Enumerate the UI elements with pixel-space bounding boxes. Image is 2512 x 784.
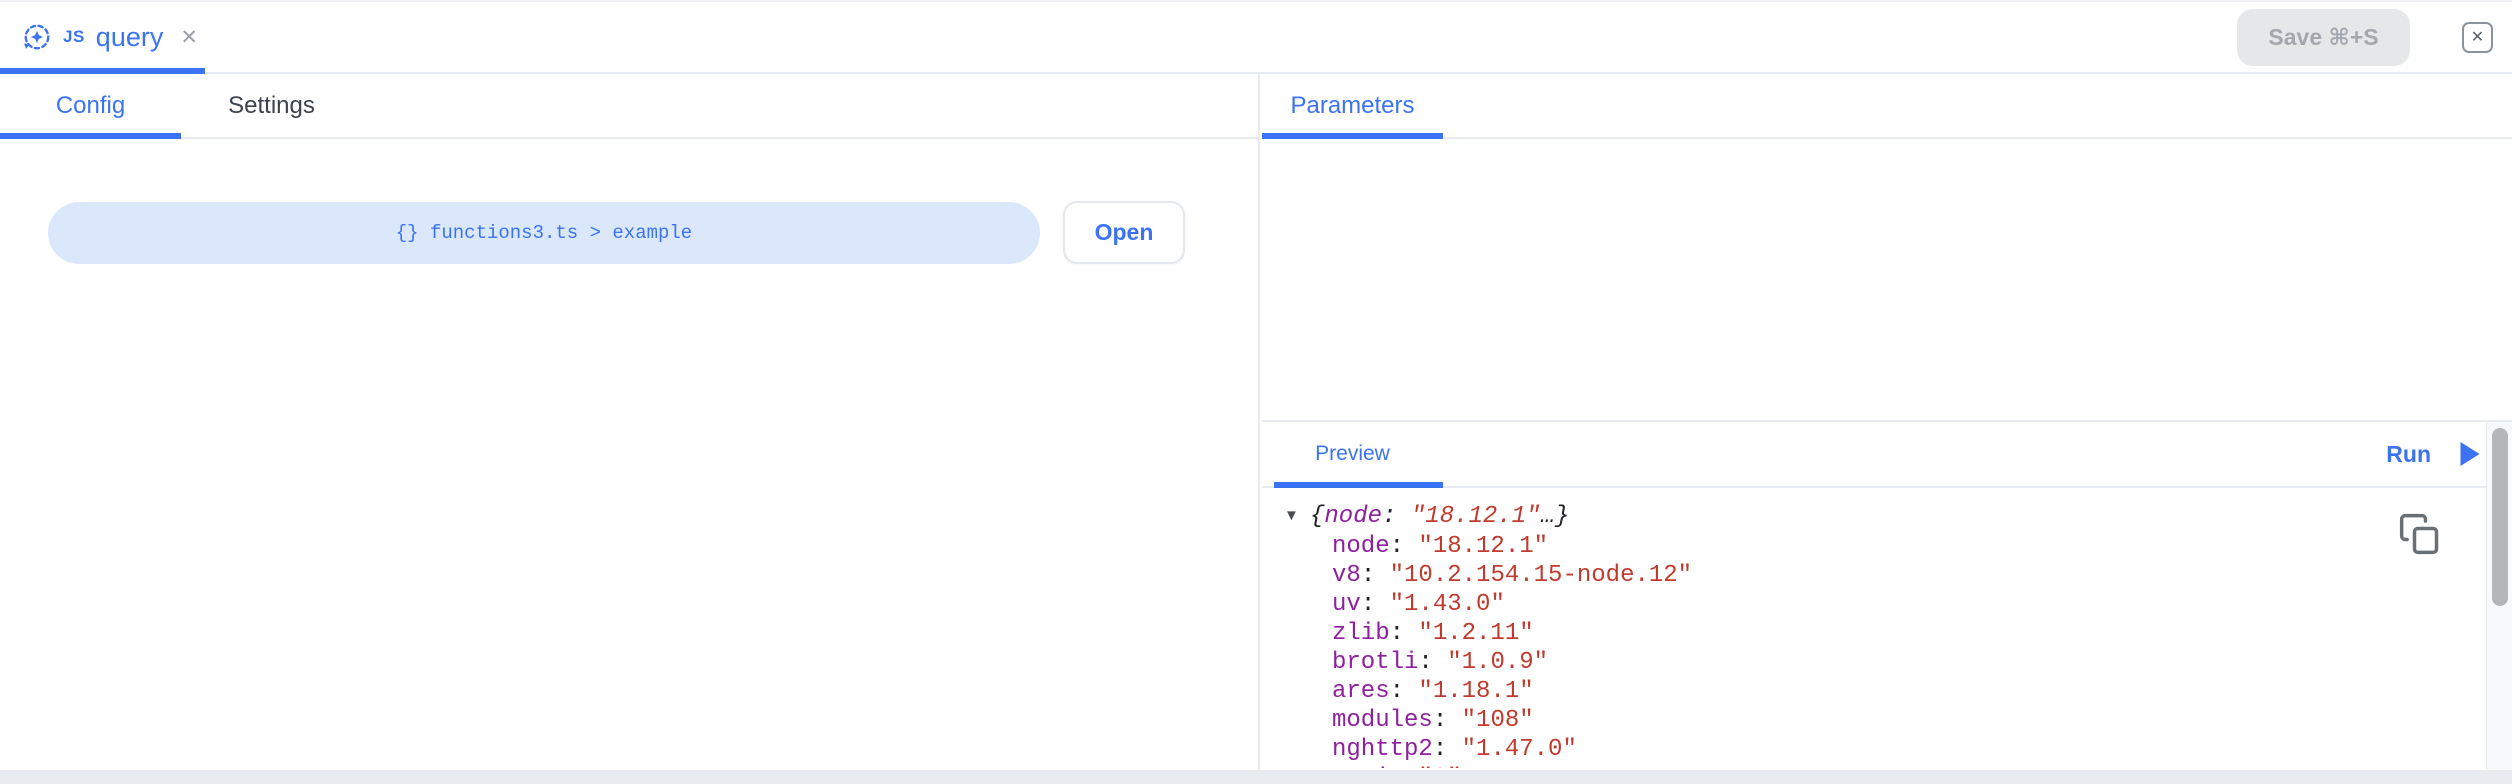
json-colon: :	[1433, 736, 1462, 763]
copy-icon	[2398, 512, 2442, 556]
json-colon: :	[1418, 649, 1447, 676]
json-key: zlib	[1332, 620, 1390, 647]
console-summary-line: ▼ {node: "18.12.1"…}	[1284, 502, 2512, 532]
preview-console: ▼ {node: "18.12.1"…} node: "18.12.1"v8: …	[1262, 488, 2512, 768]
tab-preview[interactable]: Preview	[1262, 422, 1443, 486]
console-entry: nghttp2: "1.47.0"	[1332, 735, 2512, 764]
json-key: ares	[1332, 678, 1390, 705]
save-button[interactable]: Save ⌘+S	[2237, 9, 2410, 66]
tab-settings-label: Settings	[228, 92, 315, 120]
tab-parameters[interactable]: Parameters	[1262, 74, 1443, 137]
tab-close-icon[interactable]: ✕	[180, 25, 198, 50]
object-preview: {node: "18.12.1"…}	[1310, 502, 1569, 531]
json-colon: :	[1390, 765, 1419, 768]
config-panel: Config Settings {} functions3.ts > examp…	[0, 74, 1260, 770]
json-value: "8"	[1418, 765, 1461, 768]
json-colon: :	[1361, 591, 1390, 618]
tab-preview-label: Preview	[1315, 442, 1390, 466]
json-colon: :	[1390, 533, 1419, 560]
open-button[interactable]: Open	[1063, 201, 1185, 264]
scrollbar-thumb[interactable]	[2492, 428, 2508, 606]
json-key: node	[1332, 533, 1390, 560]
json-value: "1.0.9"	[1447, 649, 1548, 676]
tab-config-label: Config	[56, 92, 125, 120]
run-button[interactable]: Run	[2386, 422, 2482, 486]
json-key: brotli	[1332, 649, 1418, 676]
preview-bar: Preview Run	[1262, 420, 2512, 488]
console-entry: napi: "8"	[1332, 764, 2512, 768]
console-entry: zlib: "1.2.11"	[1332, 619, 2512, 648]
json-value: "1.43.0"	[1390, 591, 1505, 618]
run-label: Run	[2386, 441, 2431, 468]
console-entry: v8: "10.2.154.15-node.12"	[1332, 561, 2512, 590]
json-value: "108"	[1462, 707, 1534, 734]
json-value: "1.47.0"	[1462, 736, 1577, 763]
play-icon	[2457, 441, 2482, 467]
json-key: v8	[1332, 562, 1361, 589]
console-entry: ares: "1.18.1"	[1332, 677, 2512, 706]
titlebar: JS query ✕ Save ⌘+S ✕	[0, 0, 2512, 74]
json-key: modules	[1332, 707, 1433, 734]
function-reference-pill[interactable]: {} functions3.ts > example	[48, 202, 1040, 264]
left-panel-tabs: Config Settings	[0, 74, 1258, 139]
json-value: "1.18.1"	[1418, 678, 1533, 705]
json-key: nghttp2	[1332, 736, 1433, 763]
query-tab[interactable]: JS query ✕	[0, 2, 216, 72]
console-entries: node: "18.12.1"v8: "10.2.154.15-node.12"…	[1284, 532, 2512, 768]
tab-config[interactable]: Config	[0, 74, 181, 137]
function-row: {} functions3.ts > example Open	[48, 201, 1258, 264]
json-colon: :	[1433, 707, 1462, 734]
summary-ellipsis-brace: …}	[1540, 503, 1569, 530]
json-value: "10.2.154.15-node.12"	[1390, 562, 1692, 589]
console-entry: uv: "1.43.0"	[1332, 590, 2512, 619]
tab-parameters-label: Parameters	[1290, 92, 1414, 120]
bottom-strip	[0, 770, 2512, 784]
scrollbar-track[interactable]	[2486, 422, 2512, 770]
console-entry: brotli: "1.0.9"	[1332, 648, 2512, 677]
tab-settings[interactable]: Settings	[181, 74, 362, 137]
disclosure-triangle-icon[interactable]: ▼	[1284, 501, 1310, 530]
panel-close-button[interactable]: ✕	[2462, 22, 2493, 53]
console-entry: modules: "108"	[1332, 706, 2512, 735]
summary-key: node	[1324, 503, 1382, 530]
summary-colon: :	[1382, 503, 1411, 530]
console-entry: node: "18.12.1"	[1332, 532, 2512, 561]
summary-value: "18.12.1"	[1411, 503, 1541, 530]
summary-brace: {	[1310, 503, 1324, 530]
parameters-panel: Parameters Preview Run ▼ {node: "18.12.1…	[1262, 74, 2512, 770]
json-value: "18.12.1"	[1418, 533, 1548, 560]
json-colon: :	[1390, 678, 1419, 705]
parameters-body	[1262, 139, 2512, 420]
close-icon: ✕	[2471, 27, 2484, 47]
json-key: uv	[1332, 591, 1361, 618]
copy-button[interactable]	[2398, 512, 2442, 556]
json-value: "1.2.11"	[1418, 620, 1533, 647]
transformer-icon	[22, 22, 52, 52]
json-colon: :	[1361, 562, 1390, 589]
json-colon: :	[1390, 620, 1419, 647]
query-tab-title: query	[96, 22, 164, 53]
js-badge: JS	[63, 27, 85, 47]
right-panel-tabs: Parameters	[1262, 74, 2512, 139]
json-key: napi	[1332, 765, 1390, 768]
